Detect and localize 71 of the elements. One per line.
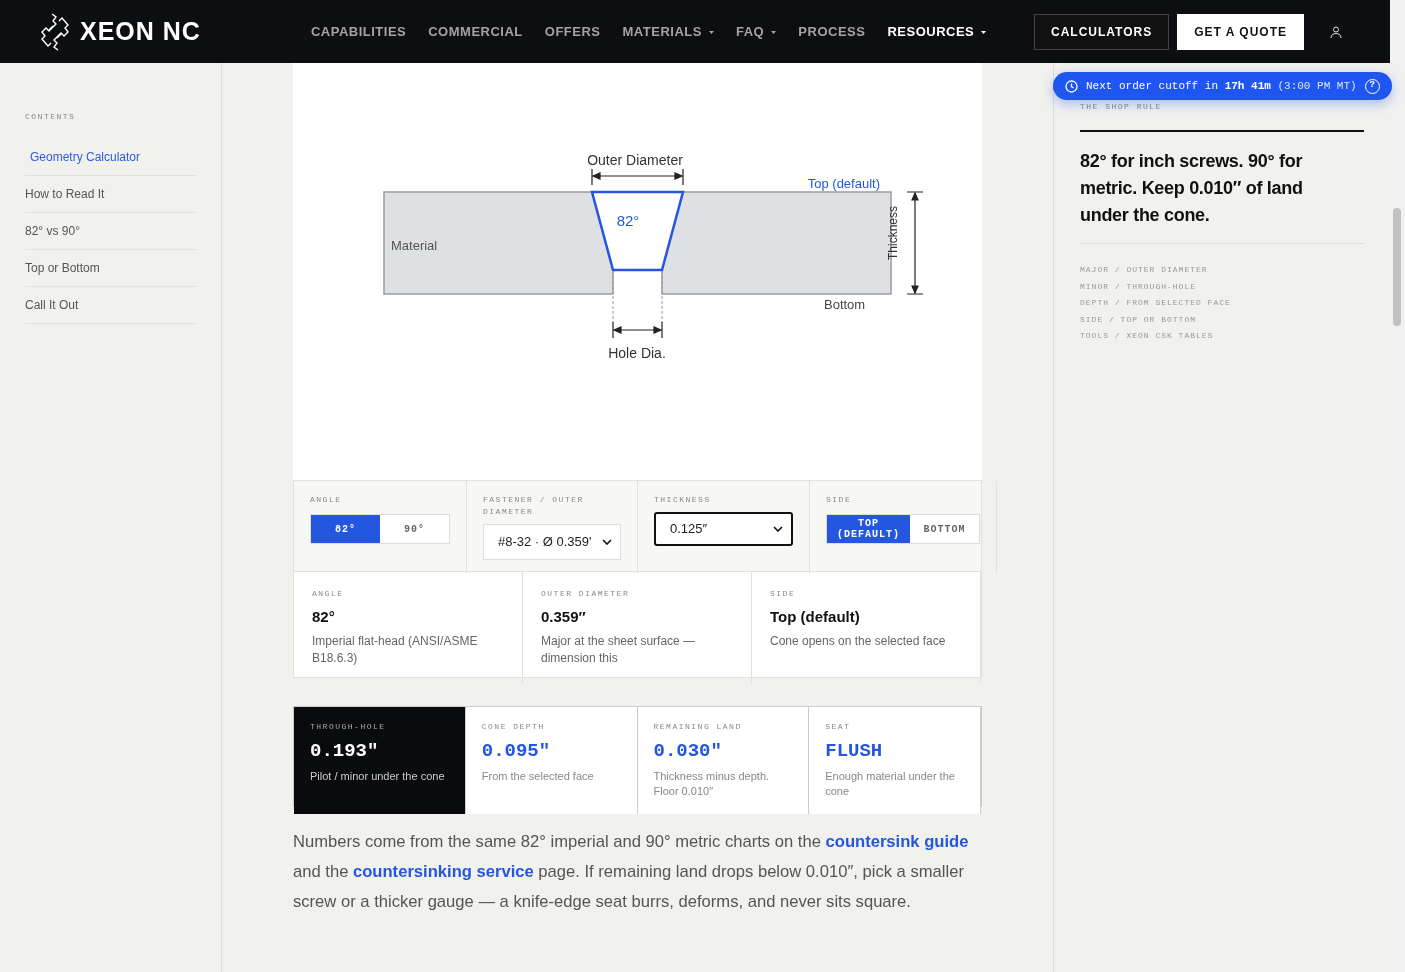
- control-label: ANGLE: [310, 494, 343, 506]
- inline-link[interactable]: countersinking service: [353, 861, 534, 881]
- summary-note: Imperial flat-head (ANSI/ASME B18.6.3): [312, 632, 479, 667]
- nav-link[interactable]: OFFERS: [544, 21, 601, 42]
- contents-title: CONTENTS: [25, 111, 77, 123]
- result-value: 0.030″: [653, 739, 723, 764]
- nav-link[interactable]: FAQ: [736, 21, 777, 42]
- control-label: FASTENER / OUTER DIAMETER: [483, 494, 585, 518]
- control-label: SIDE: [826, 494, 853, 506]
- summary-label: OUTER DIAMETER: [541, 588, 631, 600]
- toc-link[interactable]: Geometry Calculator: [25, 139, 196, 176]
- brand-name[interactable]: XEON NC: [80, 12, 201, 51]
- chevron-down-icon[interactable]: [773, 526, 783, 532]
- toc-link[interactable]: Top or Bottom: [25, 250, 196, 287]
- toc-link[interactable]: How to Read It: [25, 176, 196, 213]
- scrollbar-thumb[interactable]: [1393, 208, 1401, 326]
- cutoff-text: Next order cutoff in 17h 41m (3:00 PM MT): [1086, 78, 1357, 94]
- hole-guide-lines: [612, 270, 663, 324]
- quote-button[interactable]: GET A QUOTE: [1177, 13, 1304, 50]
- result-value: 0.193″: [310, 739, 380, 764]
- outer-diameter-label: Outer Diameter: [587, 152, 683, 168]
- result-note: Thickness minus depth. Floor 0.010″: [653, 768, 771, 800]
- result-label: SEAT: [825, 721, 852, 733]
- nav-link[interactable]: RESOURCES: [887, 21, 987, 42]
- angle-label: 82°: [616, 212, 640, 229]
- result-note: Pilot / minor under the cone: [310, 768, 446, 784]
- cutoff-banner[interactable]: Next order cutoff in 17h 41m (3:00 PM MT) ?: [1053, 72, 1392, 100]
- glossary-term: MAJOR / OUTER DIAMETER: [1080, 264, 1209, 276]
- shop-rule-headline: 82° for inch screws. 90° for metric. Keep 0.010″ of land under the cone.: [1080, 130, 1364, 244]
- toc-link[interactable]: 82° vs 90°: [25, 213, 196, 250]
- summary-value: 82°: [312, 607, 336, 627]
- toc-link[interactable]: Call It Out: [25, 287, 196, 324]
- material-label: Material: [391, 238, 438, 253]
- user-icon[interactable]: [1330, 25, 1342, 38]
- glossary-term: TOOLS / XEON CSK TABLES: [1080, 330, 1215, 342]
- hole-diameter-label: Hole Dia.: [608, 345, 666, 361]
- calculators-button[interactable]: CALCULATORS: [1034, 13, 1170, 50]
- segment-button[interactable]: 82°: [311, 515, 380, 543]
- section-eyebrow: THE SHOP RULE: [1080, 101, 1163, 113]
- result-label: REMAINING LAND: [653, 721, 743, 733]
- select-field[interactable]: #8-32 · Ø 0.359': [483, 524, 621, 560]
- result-note: Enough material under the cone: [825, 768, 956, 800]
- glossary-term: SIDE / TOP OR BOTTOM: [1080, 313, 1197, 326]
- result-value: FLUSH: [825, 739, 884, 764]
- inline-link[interactable]: countersink guide: [825, 832, 969, 851]
- glossary-term: MINOR / THROUGH-HOLE: [1080, 280, 1197, 293]
- glossary-term: DEPTH / FROM SELECTED FACE: [1080, 297, 1232, 309]
- result-label: CONE DEPTH: [481, 721, 546, 733]
- clock-icon: [1065, 79, 1078, 93]
- result-value: 0.095″: [481, 739, 552, 764]
- nav-link[interactable]: CAPABILITIES: [310, 21, 407, 42]
- summary-note: Major at the sheet surface — dimension this: [541, 632, 697, 667]
- body-paragraph: Numbers come from the same 82° imperial and 90° metric charts on the countersink guide and the countersinking service page. If remaining land drops below 0.010″, pick a smaller screw or a thicker gauge — a knife-edge seat burrs, deforms, and never sits square.: [293, 831, 970, 913]
- summary-value: 0.359″: [541, 607, 587, 627]
- summary-label: ANGLE: [312, 588, 345, 600]
- control-label: THICKNESS: [654, 494, 712, 506]
- summary-note: Cone opens on the selected face: [770, 632, 947, 650]
- dimension-arrow: [612, 321, 663, 339]
- result-note: From the selected face: [481, 768, 595, 784]
- summary-label: SIDE: [770, 588, 797, 600]
- segment-button[interactable]: TOP (DEFAULT): [827, 515, 910, 543]
- bottom-label: Bottom: [824, 297, 866, 312]
- chevron-down-icon[interactable]: [602, 539, 612, 545]
- nav-link[interactable]: PROCESS: [798, 21, 866, 42]
- select-field[interactable]: 0.125″: [654, 512, 793, 546]
- result-label: THROUGH-HOLE: [310, 721, 387, 733]
- nav-link[interactable]: MATERIALS: [622, 21, 714, 42]
- thickness-label: Thickness: [886, 206, 900, 260]
- nav-link[interactable]: COMMERCIAL: [428, 21, 523, 42]
- side-label: Top (default): [807, 176, 880, 191]
- summary-value: Top (default): [770, 607, 861, 627]
